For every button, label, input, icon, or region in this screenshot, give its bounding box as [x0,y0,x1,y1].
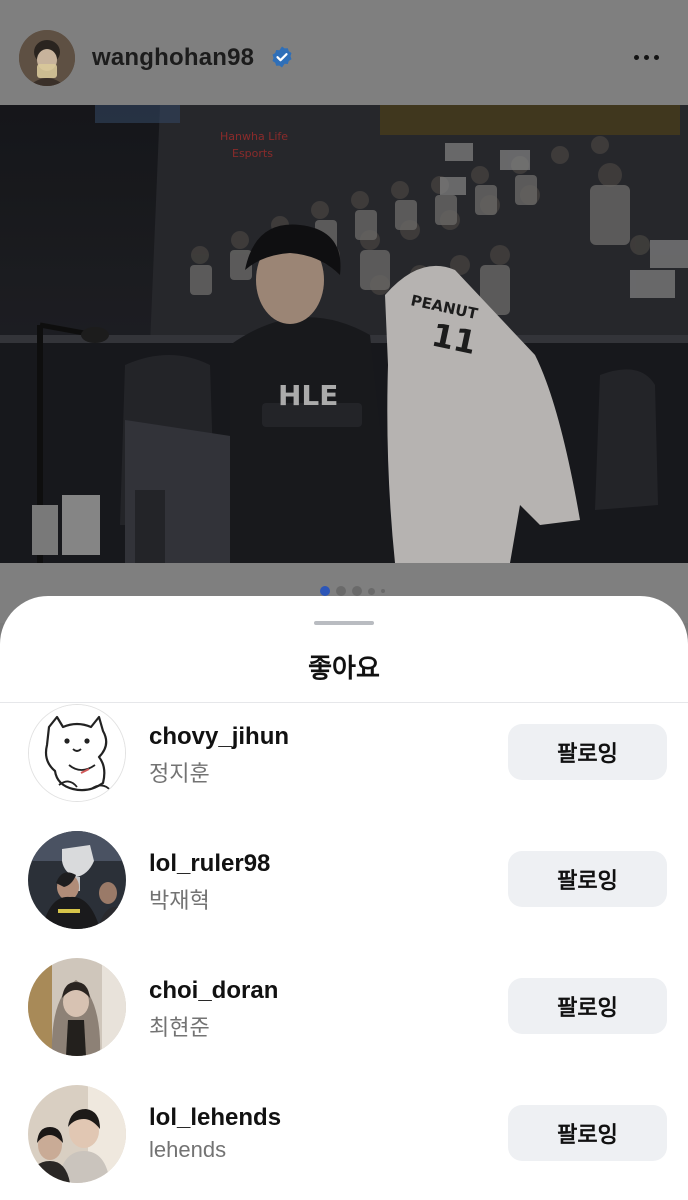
post-author-avatar[interactable] [19,30,75,86]
more-horizontal-icon[interactable] [629,48,663,66]
user-full-name: 최현준 [149,1015,210,1040]
user-username[interactable]: lol_ruler98 [149,850,270,878]
list-item[interactable]: lol_lehends lehends 팔로잉 [0,1085,688,1195]
cartoon-cat-avatar[interactable] [28,704,126,802]
list-item[interactable]: choi_doran 최현준 팔로잉 [0,958,688,1068]
following-button[interactable]: 팔로잉 [508,978,667,1034]
carousel-dot [381,589,385,593]
carousel-dot [336,586,346,596]
hooded-person-avatar[interactable] [28,958,126,1056]
sheet-title: 좋아요 [308,653,380,683]
user-username[interactable]: chovy_jihun [149,723,289,751]
user-full-name: 박재혁 [149,888,210,913]
likes-sheet: 좋아요 chovy_jihun 정지훈 팔로잉 lol_ruler98 박재혁 … [0,596,688,1200]
following-button[interactable]: 팔로잉 [508,724,667,780]
user-full-name: 정지훈 [149,761,210,786]
post-header: wanghohan98 [0,0,688,105]
following-button[interactable]: 팔로잉 [508,1105,667,1161]
list-item[interactable]: lol_ruler98 박재혁 팔로잉 [0,831,688,941]
sheet-drag-handle[interactable] [314,621,374,625]
user-full-name: lehends [149,1137,227,1162]
user-username[interactable]: lol_lehends [149,1104,281,1132]
trophy-photo-avatar[interactable] [28,831,126,929]
carousel-dot [368,587,375,595]
divider [0,702,688,703]
verified-badge-icon [270,45,294,69]
post-photo: Hanwha Life Esports HLE PEANUT 11 [0,105,688,563]
two-people-avatar[interactable] [28,1085,126,1183]
user-username[interactable]: choi_doran [149,977,278,1005]
carousel-dot [352,586,362,596]
post-author-username[interactable]: wanghohan98 [92,44,254,72]
following-button[interactable]: 팔로잉 [508,851,667,907]
carousel-dot-active [320,586,330,596]
list-item[interactable]: chovy_jihun 정지훈 팔로잉 [0,704,688,814]
